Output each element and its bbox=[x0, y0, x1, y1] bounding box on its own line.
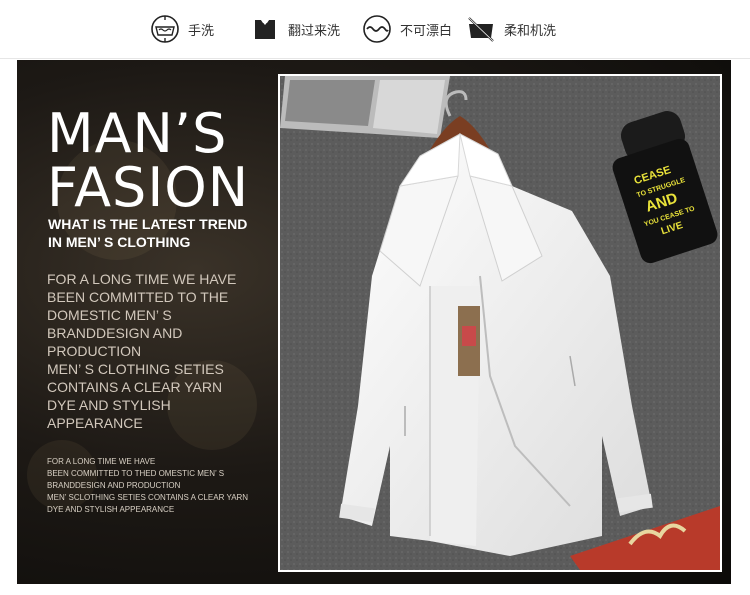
care-item-gentle-machine-wash: 柔和机洗 bbox=[466, 14, 556, 44]
care-label: 不可漂白 bbox=[400, 23, 453, 39]
care-label: 翻过来洗 bbox=[288, 23, 341, 39]
small-print-line: MEN’ SCLOTHING SETIES CONTAINS A CLEAR Y… bbox=[47, 493, 249, 502]
description-line: BEEN COMMITTED TO THE bbox=[47, 289, 229, 305]
small-print-line: DYE AND STYLISH APPEARANCE bbox=[47, 505, 175, 514]
care-label: 手洗 bbox=[188, 23, 215, 39]
care-item-no-bleach: 不可漂白 bbox=[362, 14, 452, 44]
promo-banner: MAN’S FASION WHAT IS THE LATEST TREND IN… bbox=[17, 60, 731, 584]
small-print-line: BEEN COMMITTED TO THED OMESTIC MEN’ S bbox=[47, 469, 225, 478]
description-line: PRODUCTION bbox=[47, 343, 142, 359]
no-bleach-icon bbox=[362, 14, 392, 44]
gentle-machine-wash-icon bbox=[466, 14, 496, 44]
description-line: FOR A LONG TIME WE HAVE bbox=[47, 271, 237, 287]
care-item-hand-wash: 手洗 bbox=[150, 14, 214, 44]
magazine-prop bbox=[280, 76, 450, 138]
small-print-line: BRANDDESIGN AND PRODUCTION bbox=[47, 481, 181, 490]
description-line: DOMESTIC MEN’ S bbox=[47, 307, 172, 323]
description-line: DYE AND STYLISH bbox=[47, 397, 171, 413]
care-label: 柔和机洗 bbox=[504, 23, 557, 39]
care-instructions-bar: 手洗 翻过来洗 不可漂白 柔和机洗 bbox=[0, 0, 750, 59]
headline-line-2: FASION bbox=[47, 156, 250, 219]
small-print-line: FOR A LONG TIME WE HAVE bbox=[47, 457, 156, 466]
hand-wash-icon bbox=[150, 14, 180, 44]
product-photo: CEASE TO STRUGGLE AND YOU CEASE TO LIVE bbox=[278, 74, 722, 572]
jacket-illustration: CEASE TO STRUGGLE AND YOU CEASE TO LIVE bbox=[280, 76, 720, 570]
turn-inside-out-icon bbox=[250, 14, 280, 44]
care-item-turn-inside-out: 翻过来洗 bbox=[250, 14, 340, 44]
subtitle-line-2: IN MEN’ S CLOTHING bbox=[48, 234, 191, 250]
description-line: APPEARANCE bbox=[47, 415, 143, 431]
description-line: BRANDDESIGN AND bbox=[47, 325, 183, 341]
headline-line-1: MAN’S bbox=[47, 102, 228, 165]
description-line: CONTAINS A CLEAR YARN bbox=[47, 379, 223, 395]
subtitle-line-1: WHAT IS THE LATEST TREND bbox=[48, 216, 248, 232]
description-line: MEN’ S CLOTHING SETIES bbox=[47, 361, 224, 377]
